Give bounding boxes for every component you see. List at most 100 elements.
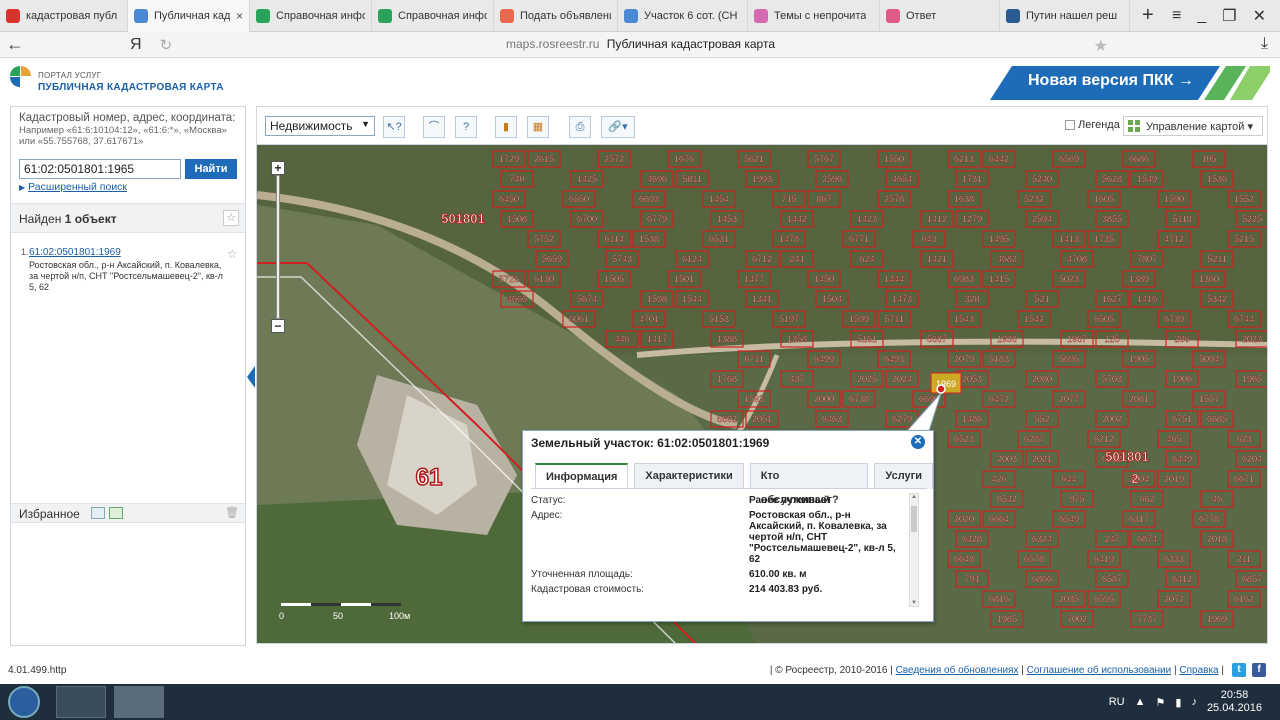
parcel-outline[interactable]: 1504 bbox=[815, 290, 849, 308]
flag-icon[interactable]: ⚑ bbox=[1156, 696, 1166, 709]
tray-arrow-icon[interactable]: ▲ bbox=[1135, 696, 1146, 708]
parcel-outline[interactable]: 426 bbox=[982, 470, 1016, 488]
parcel-outline[interactable]: 2024 bbox=[885, 370, 919, 388]
parcel-outline[interactable]: 5342 bbox=[1200, 290, 1234, 308]
parcel-outline[interactable]: 2051 bbox=[745, 410, 779, 428]
parcel-outline[interactable]: 5811 bbox=[675, 170, 709, 188]
browser-tab[interactable]: Путин нашел реш bbox=[1000, 0, 1130, 32]
parcel-outline[interactable]: 3855 bbox=[1095, 210, 1129, 228]
tab-who-serves[interactable]: Кто обслуживает? bbox=[749, 463, 869, 506]
parcel-outline[interactable]: 6816 bbox=[982, 590, 1016, 608]
result-cadastral-link[interactable]: 61:02:0501801:1969 bbox=[29, 247, 229, 258]
parcel-outline[interactable]: 6287 bbox=[1017, 430, 1051, 448]
language-indicator[interactable]: RU bbox=[1109, 696, 1125, 708]
parcel-outline[interactable]: 6857 bbox=[1235, 570, 1268, 588]
popup-scrollbar[interactable]: ▲ ▼ bbox=[909, 493, 919, 607]
parcel-outline[interactable]: 1906 bbox=[1165, 370, 1199, 388]
parcel-outline[interactable]: 1486 bbox=[955, 410, 989, 428]
parcel-outline[interactable]: 6324 bbox=[1025, 530, 1059, 548]
download-icon[interactable]: ⤓ bbox=[1261, 35, 1268, 53]
browser-tab[interactable]: Темы с непрочита bbox=[748, 0, 880, 32]
network-icon[interactable]: ▮ bbox=[1175, 696, 1181, 709]
parcel-outline[interactable]: 6130 bbox=[527, 270, 561, 288]
browser-tab[interactable]: Подать объявлени bbox=[494, 0, 618, 32]
parcel-outline[interactable]: 6061 bbox=[562, 310, 596, 328]
scroll-up-icon[interactable]: ▲ bbox=[911, 494, 917, 500]
parcel-outline[interactable]: 2020 bbox=[947, 510, 981, 528]
parcel-outline[interactable]: 1425 bbox=[570, 170, 604, 188]
parcel-outline[interactable]: 5225 bbox=[1235, 210, 1268, 228]
browser-tab[interactable]: Справочная инфо bbox=[372, 0, 494, 32]
scroll-down-icon[interactable]: ▼ bbox=[911, 600, 917, 606]
parcel-outline[interactable]: 1536 bbox=[1200, 170, 1234, 188]
legend-label[interactable]: Легенда bbox=[1078, 119, 1120, 131]
parcel-outline[interactable]: 1389 bbox=[1122, 270, 1156, 288]
facebook-icon[interactable]: f bbox=[1252, 663, 1266, 677]
search-button[interactable]: Найти bbox=[185, 159, 237, 179]
parcel-outline[interactable]: 1505 bbox=[597, 270, 631, 288]
parcel-outline[interactable]: 662 bbox=[1130, 490, 1164, 508]
portal-logo-icon[interactable] bbox=[10, 66, 32, 88]
layers-tool-icon[interactable]: ▦ bbox=[527, 116, 549, 138]
trash-icon[interactable]: 🗑 bbox=[225, 506, 239, 519]
parcel-outline[interactable]: 2594 bbox=[1025, 210, 1059, 228]
parcel-outline[interactable]: 465 bbox=[1157, 430, 1191, 448]
parcel-outline[interactable]: 6751 bbox=[1165, 410, 1199, 428]
twitter-icon[interactable]: t bbox=[1232, 663, 1246, 677]
parcel-outline[interactable]: 6204 bbox=[1235, 450, 1268, 468]
parcel-outline[interactable]: 328 bbox=[955, 290, 989, 308]
zoom-out-button[interactable]: − bbox=[271, 319, 285, 333]
parcel-outline[interactable]: 1965 bbox=[1235, 370, 1268, 388]
parcel-outline[interactable]: 5232 bbox=[1017, 190, 1051, 208]
browser-tab[interactable]: Справочная инфо bbox=[250, 0, 372, 32]
scroll-thumb[interactable] bbox=[911, 506, 917, 532]
parcel-outline[interactable]: 1550 bbox=[877, 150, 911, 168]
parcel-outline[interactable]: 6162 bbox=[1227, 590, 1261, 608]
parcel-outline[interactable]: 1676 bbox=[667, 150, 701, 168]
menu-icon[interactable]: ≡ bbox=[1172, 7, 1181, 25]
back-arrow-icon[interactable]: ← bbox=[0, 34, 30, 55]
browser-tab[interactable]: Участок 6 сот. (СН bbox=[618, 0, 748, 32]
parcel-outline[interactable]: 6771 bbox=[842, 230, 876, 248]
parcel-outline[interactable]: 6114 bbox=[597, 230, 631, 248]
parcel-outline[interactable]: 1905 bbox=[1122, 350, 1156, 368]
parcel-outline[interactable]: 6866 bbox=[1025, 570, 1059, 588]
parcel-outline[interactable]: 5215 bbox=[1227, 230, 1261, 248]
legend-checkbox[interactable] bbox=[1065, 120, 1075, 130]
parcel-outline[interactable]: 4708 bbox=[1060, 250, 1094, 268]
parcel-outline[interactable]: 6549 bbox=[1052, 510, 1086, 528]
parcel-outline[interactable]: 6493 bbox=[877, 350, 911, 368]
parcel-outline[interactable]: 6779 bbox=[640, 210, 674, 228]
parcel-outline[interactable]: 2578 bbox=[877, 190, 911, 208]
parcel-outline[interactable]: 6531 bbox=[702, 230, 736, 248]
parcel-outline[interactable]: 1453 bbox=[710, 210, 744, 228]
parcel-outline[interactable]: 1358 bbox=[780, 330, 814, 348]
parcel-outline[interactable]: 1549 bbox=[1130, 170, 1164, 188]
parcel-outline[interactable]: 1543 bbox=[947, 310, 981, 328]
parcel-outline[interactable]: 5659 bbox=[535, 250, 569, 268]
parcel-outline[interactable]: 1360 bbox=[1192, 270, 1226, 288]
parcel-outline[interactable]: 6685 bbox=[1200, 410, 1234, 428]
parcel-outline[interactable]: 2025 bbox=[850, 370, 884, 388]
parcel-outline[interactable]: 211 bbox=[1227, 550, 1261, 568]
parcel-outline[interactable]: 1473 bbox=[885, 290, 919, 308]
parcel-outline[interactable]: 2615 bbox=[527, 150, 561, 168]
parcel-outline[interactable]: 6874 bbox=[1130, 530, 1164, 548]
start-button[interactable] bbox=[8, 686, 40, 718]
parcel-outline[interactable]: 2023 bbox=[1235, 330, 1268, 348]
parcel-outline[interactable]: 1735 bbox=[1087, 230, 1121, 248]
browser-tab[interactable]: кадастровая публ bbox=[0, 0, 128, 32]
parcel-outline[interactable]: 6578 bbox=[1017, 550, 1051, 568]
result-star-icon[interactable]: ☆ bbox=[227, 247, 238, 261]
parcel-outline[interactable]: 437 bbox=[780, 370, 814, 388]
parcel-outline[interactable]: 1442 bbox=[780, 210, 814, 228]
parcel-outline[interactable]: 623 bbox=[1227, 430, 1261, 448]
parcel-outline[interactable]: 6648 bbox=[947, 550, 981, 568]
parcel-outline[interactable]: 2002 bbox=[1095, 410, 1129, 428]
parcel-outline[interactable]: 2572 bbox=[597, 150, 631, 168]
parcel-outline[interactable]: 125 bbox=[1095, 330, 1129, 348]
parcel-outline[interactable]: 5211 bbox=[1200, 250, 1234, 268]
parcel-outline[interactable]: 1731 bbox=[955, 170, 989, 188]
parcel-outline[interactable]: 6712 bbox=[745, 250, 779, 268]
parcel-outline[interactable]: 1501 bbox=[667, 270, 701, 288]
